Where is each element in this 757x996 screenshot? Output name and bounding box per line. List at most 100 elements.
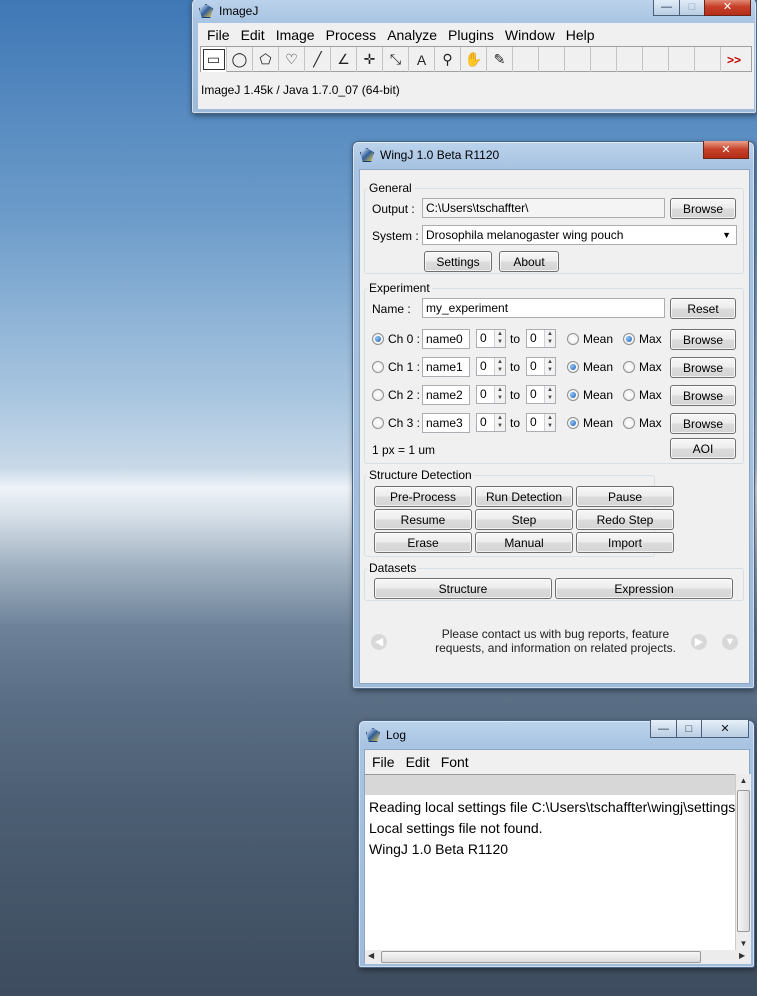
point-tool-icon[interactable]: ✛ [357, 47, 383, 72]
spinner-arrows-icon[interactable]: ▲ ▼ [494, 330, 505, 347]
channel-0-to-spinner[interactable]: 0 ▲ ▼ [526, 329, 556, 348]
spinner-arrows-icon[interactable]: ▲ ▼ [544, 358, 555, 375]
log-horizontal-thumb[interactable] [381, 951, 701, 963]
channel-1-select-radio[interactable] [372, 361, 384, 373]
channel-3-from-spinner[interactable]: 0 ▲ ▼ [476, 413, 506, 432]
channel-1-mean-radio[interactable] [567, 361, 579, 373]
channel-2-browse-button[interactable]: Browse [670, 385, 736, 406]
channel-0-browse-button[interactable]: Browse [670, 329, 736, 350]
text-tool-icon[interactable]: A [409, 47, 435, 72]
log-text-area[interactable]: Reading local settings file C:\Users\tsc… [365, 774, 735, 950]
log-menu-edit[interactable]: Edit [401, 754, 435, 770]
channel-1-to-spinner[interactable]: 0 ▲ ▼ [526, 357, 556, 376]
channel-0-mean-radio[interactable] [567, 333, 579, 345]
imagej-menu-process[interactable]: Process [321, 27, 382, 43]
channel-0-from-spinner[interactable]: 0 ▲ ▼ [476, 329, 506, 348]
magnifier-tool-icon[interactable]: ⚲ [435, 47, 461, 72]
output-browse-button[interactable]: Browse [670, 198, 736, 219]
imagej-menu-window[interactable]: Window [500, 27, 560, 43]
oval-tool-icon[interactable]: ◯ [227, 47, 253, 72]
imagej-minimize-button[interactable]: — [653, 0, 680, 16]
output-path-field[interactable]: C:\Users\tschaffter\ [422, 198, 665, 218]
dropper-tool-icon[interactable]: ✎ [487, 47, 513, 72]
scroll-left-icon[interactable]: ◀ [368, 951, 374, 960]
run-detection-button[interactable]: Run Detection [475, 486, 573, 507]
channel-0-max-radio[interactable] [623, 333, 635, 345]
settings-button[interactable]: Settings [424, 251, 492, 272]
pause-button[interactable]: Pause [576, 486, 674, 507]
spinner-arrows-icon[interactable]: ▲ ▼ [494, 414, 505, 431]
imagej-menu-image[interactable]: Image [271, 27, 320, 43]
channel-3-name-field[interactable]: name3 [422, 413, 470, 433]
step-button[interactable]: Step [475, 509, 573, 530]
manual-button[interactable]: Manual [475, 532, 573, 553]
rectangle-tool-icon[interactable]: ▭ [201, 47, 227, 72]
log-minimize-button[interactable]: — [650, 720, 677, 738]
polygon-tool-icon[interactable]: ⬠ [253, 47, 279, 72]
channel-1-from-spinner[interactable]: 0 ▲ ▼ [476, 357, 506, 376]
imagej-menu-help[interactable]: Help [561, 27, 600, 43]
next-arrow-icon[interactable]: ▶ [691, 634, 707, 650]
channel-3-max-radio[interactable] [623, 417, 635, 429]
log-horizontal-scrollbar[interactable]: ◀ ▶ [365, 950, 751, 964]
channel-3-select-radio[interactable] [372, 417, 384, 429]
download-arrow-icon[interactable]: ▼ [722, 634, 738, 650]
channel-2-max-radio[interactable] [623, 389, 635, 401]
log-line: Reading local settings file C:\Users\tsc… [369, 799, 736, 815]
expression-dataset-button[interactable]: Expression [555, 578, 733, 599]
scroll-up-icon[interactable]: ▲ [736, 776, 751, 785]
channel-2-mean-radio[interactable] [567, 389, 579, 401]
imagej-maximize-button[interactable]: □ [679, 0, 705, 16]
channel-0-name-field[interactable]: name0 [422, 329, 470, 349]
import-button[interactable]: Import [576, 532, 674, 553]
structure-dataset-button[interactable]: Structure [374, 578, 552, 599]
channel-3-mean-radio[interactable] [567, 417, 579, 429]
channel-2-select-radio[interactable] [372, 389, 384, 401]
wingj-client: General Output : C:\Users\tschaffter\ Br… [359, 169, 750, 684]
line-tool-icon[interactable]: ╱ [305, 47, 331, 72]
imagej-menu-analyze[interactable]: Analyze [382, 27, 442, 43]
spinner-arrows-icon[interactable]: ▲ ▼ [544, 330, 555, 347]
log-vertical-thumb[interactable] [737, 790, 750, 932]
wand-tool-icon[interactable]: ⤡ [383, 47, 409, 72]
imagej-menu-plugins[interactable]: Plugins [443, 27, 499, 43]
channel-1-max-radio[interactable] [623, 361, 635, 373]
spinner-arrows-icon[interactable]: ▲ ▼ [544, 386, 555, 403]
channel-3-browse-button[interactable]: Browse [670, 413, 736, 434]
log-maximize-button[interactable]: □ [676, 720, 702, 738]
log-menu-font[interactable]: Font [436, 754, 474, 770]
about-button[interactable]: About [499, 251, 559, 272]
aoi-button[interactable]: AOI [670, 438, 736, 459]
hand-tool-icon[interactable]: ✋ [461, 47, 487, 72]
pre-process-button[interactable]: Pre-Process [374, 486, 472, 507]
channel-3-to-spinner[interactable]: 0 ▲ ▼ [526, 413, 556, 432]
spinner-arrows-icon[interactable]: ▲ ▼ [494, 358, 505, 375]
system-dropdown[interactable]: Drosophila melanogaster wing pouch ▼ [422, 225, 737, 245]
erase-button[interactable]: Erase [374, 532, 472, 553]
experiment-name-field[interactable]: my_experiment [422, 298, 665, 318]
channel-1-name-field[interactable]: name1 [422, 357, 470, 377]
spinner-arrows-icon[interactable]: ▲ ▼ [494, 386, 505, 403]
channel-2-name-field[interactable]: name2 [422, 385, 470, 405]
imagej-close-button[interactable]: ✕ [704, 0, 751, 16]
log-vertical-scrollbar[interactable]: ▲ ▼ [735, 774, 751, 950]
wingj-title-bar[interactable]: WingJ 1.0 Beta R1120 [353, 144, 754, 166]
log-menu-file[interactable]: File [367, 754, 400, 770]
redo-step-button[interactable]: Redo Step [576, 509, 674, 530]
channel-0-select-radio[interactable] [372, 333, 384, 345]
scroll-down-icon[interactable]: ▼ [736, 939, 751, 948]
resume-button[interactable]: Resume [374, 509, 472, 530]
reset-button[interactable]: Reset [670, 298, 736, 319]
channel-1-browse-button[interactable]: Browse [670, 357, 736, 378]
more-tools-button[interactable]: >> [721, 47, 747, 72]
scroll-right-icon[interactable]: ▶ [739, 951, 745, 960]
channel-2-to-spinner[interactable]: 0 ▲ ▼ [526, 385, 556, 404]
wingj-close-button[interactable]: ✕ [703, 141, 749, 159]
log-close-button[interactable]: ✕ [701, 720, 749, 738]
imagej-menu-file[interactable]: File [202, 27, 235, 43]
channel-2-from-spinner[interactable]: 0 ▲ ▼ [476, 385, 506, 404]
spinner-arrows-icon[interactable]: ▲ ▼ [544, 414, 555, 431]
imagej-menu-edit[interactable]: Edit [236, 27, 270, 43]
freehand-tool-icon[interactable]: ♡ [279, 47, 305, 72]
angle-tool-icon[interactable]: ∠ [331, 47, 357, 72]
